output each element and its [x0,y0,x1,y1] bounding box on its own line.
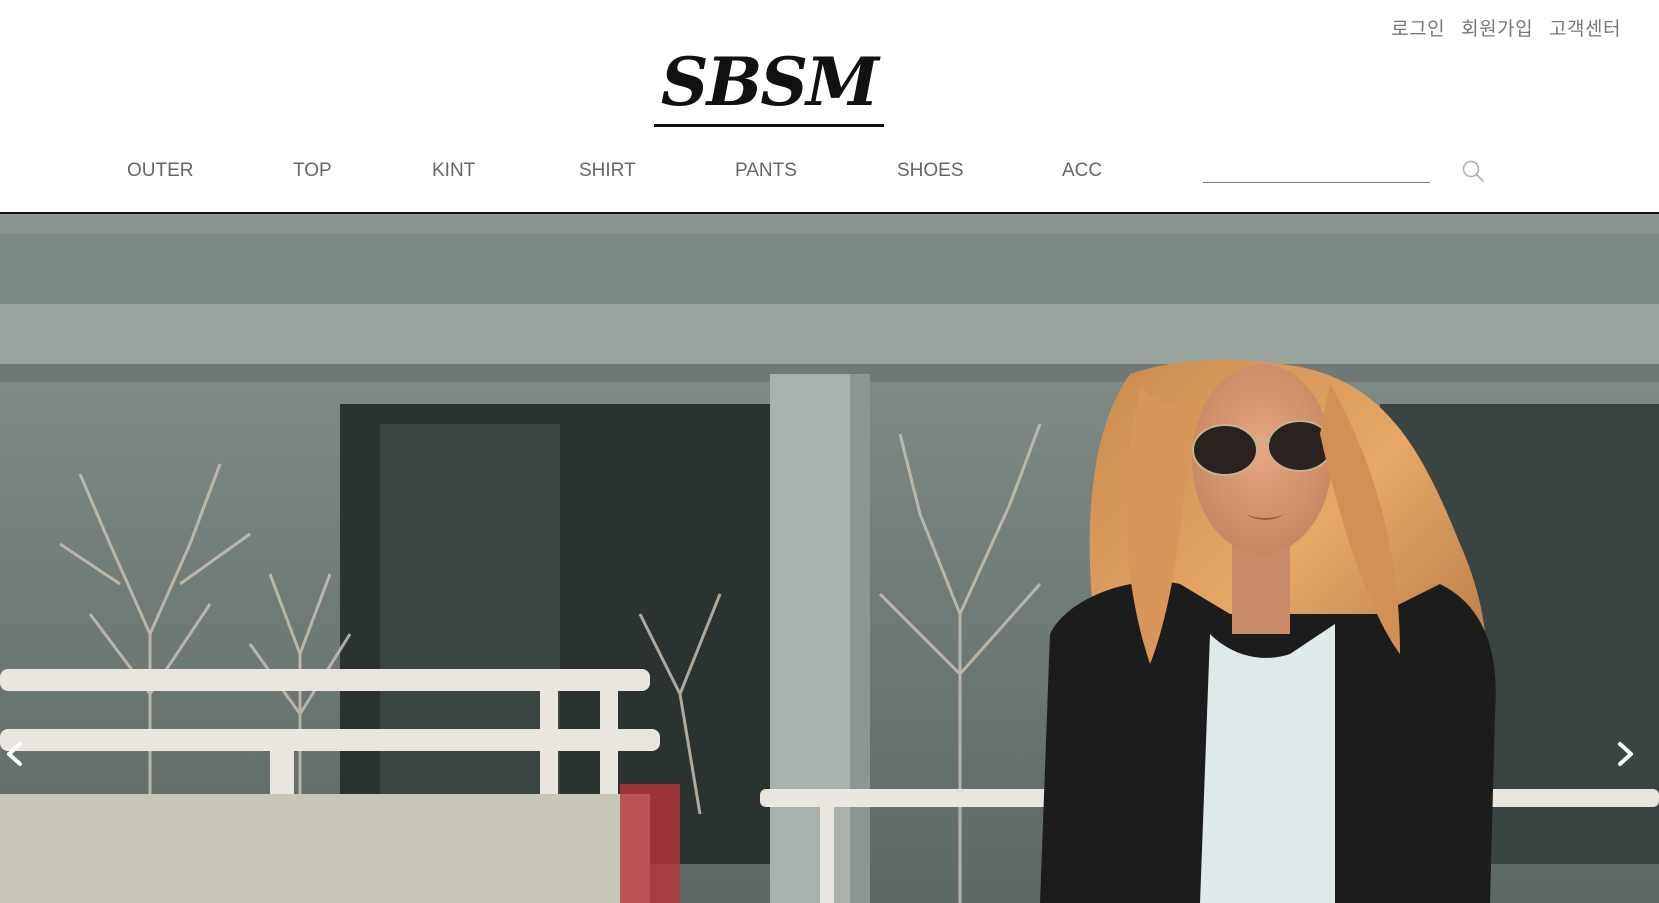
logo-text: SBSM [660,43,879,121]
nav-item-shirt[interactable]: SHIRT [579,158,636,184]
utility-links: 로그인 회원가입 고객센터 [1391,14,1621,41]
nav-item-knit[interactable]: KINT [432,158,475,184]
nav-item-top[interactable]: TOP [293,158,332,184]
site-logo[interactable]: SBSM [654,46,884,128]
chevron-right-icon [1618,742,1633,766]
logo-underline [654,124,884,127]
nav-item-outer[interactable]: OUTER [127,158,194,184]
slider-prev-button[interactable] [0,734,30,774]
customer-center-link[interactable]: 고객센터 [1549,14,1621,41]
site-header: 로그인 회원가입 고객센터 SBSM OUTER TOP KINT SHIRT … [0,0,1659,212]
search-button[interactable] [1460,158,1486,184]
nav-item-acc[interactable]: ACC [1062,158,1102,184]
search-input[interactable] [1203,158,1430,183]
hero-slider[interactable] [0,214,1659,903]
hero-image [0,214,1659,903]
signup-link[interactable]: 회원가입 [1461,14,1533,41]
search-icon [1462,160,1484,182]
slider-next-button[interactable] [1610,734,1640,774]
nav-item-shoes[interactable]: SHOES [897,158,964,184]
nav-item-pants[interactable]: PANTS [735,158,797,184]
login-link[interactable]: 로그인 [1391,14,1445,41]
chevron-left-icon [7,742,22,766]
